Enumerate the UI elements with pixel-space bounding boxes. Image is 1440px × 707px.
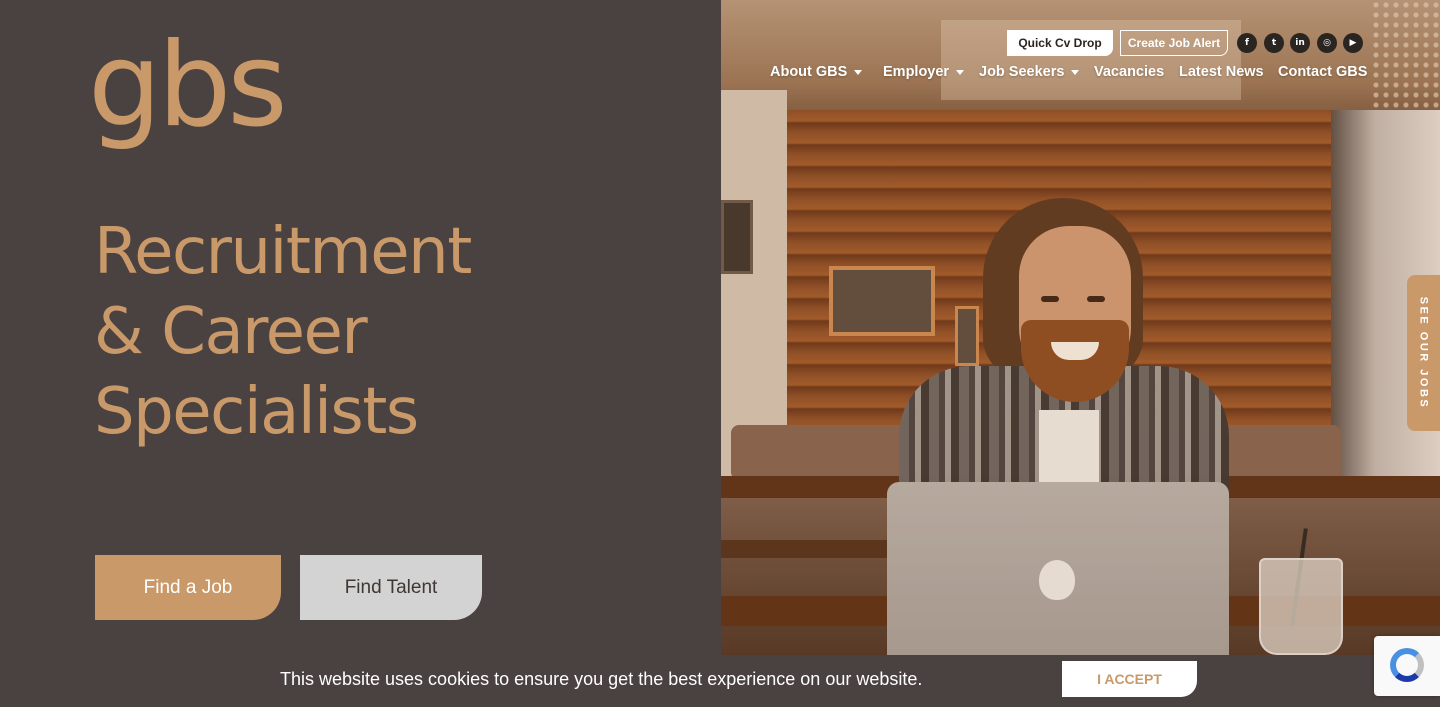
logo-text: gbs [88,18,288,153]
chevron-down-icon [956,69,965,75]
find-a-job-button[interactable]: Find a Job [95,555,281,620]
see-our-jobs-tab[interactable]: SEE OUR JOBS [1407,275,1440,431]
nav-item-contact-gbs[interactable]: Contact GBS [1278,64,1367,80]
hero-left-panel: gbs Recruitment & Career Specialists Fin… [0,0,721,707]
nav-item-label: Vacancies [1094,64,1165,80]
hero-title-line-3: Specialists [94,375,419,449]
nav-item-label: About GBS [770,64,848,80]
hero-photo [721,0,1440,655]
chevron-down-icon [854,69,863,75]
hero-title: Recruitment & Career Specialists [94,212,614,452]
photo-tint-overlay [721,0,1440,655]
cookie-accept-button[interactable]: I ACCEPT [1062,661,1197,697]
cookie-banner: This website uses cookies to ensure you … [0,655,1440,707]
nav-item-label: Latest News [1179,64,1264,80]
cookie-message: This website uses cookies to ensure you … [280,669,923,689]
twitter-icon[interactable]: t [1264,33,1284,53]
nav-item-latest-news[interactable]: Latest News [1179,64,1264,80]
recaptcha-badge[interactable] [1374,636,1440,696]
see-our-jobs-label: SEE OUR JOBS [1417,296,1430,410]
instagram-icon[interactable]: ◎ [1317,33,1337,53]
recaptcha-icon [1390,648,1424,682]
nav-item-label: Contact GBS [1278,64,1368,80]
linkedin-icon[interactable]: in [1290,33,1310,53]
nav-item-vacancies[interactable]: Vacancies [1094,64,1164,80]
create-job-alert-button[interactable]: Create Job Alert [1120,30,1228,56]
nav-item-job-seekers[interactable]: Job Seekers [979,64,1080,80]
gbs-logo[interactable]: gbs [88,28,318,168]
nav-item-about-gbs[interactable]: About GBS [770,64,863,80]
youtube-icon[interactable]: ▶ [1343,33,1363,53]
main-nav: About GBS Employer Job Seekers Vacancies… [0,64,1440,84]
chevron-down-icon [1071,69,1080,75]
hero-title-line-1: Recruitment [94,215,472,289]
find-talent-button[interactable]: Find Talent [300,555,482,620]
nav-item-label: Employer [883,64,950,80]
facebook-icon[interactable]: f [1237,33,1257,53]
hero-title-line-2: & Career [94,295,368,369]
nav-item-label: Job Seekers [979,64,1065,80]
quick-cv-drop-button[interactable]: Quick Cv Drop [1007,30,1113,56]
nav-item-employer[interactable]: Employer [883,64,965,80]
